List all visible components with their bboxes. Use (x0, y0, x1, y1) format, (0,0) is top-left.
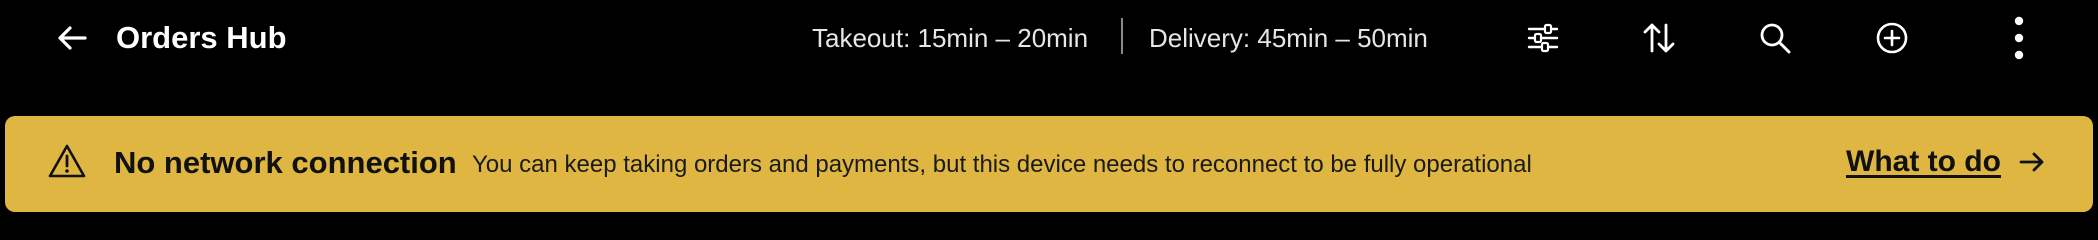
banner-title: No network connection (114, 145, 457, 180)
add-button[interactable] (1866, 14, 1918, 62)
search-icon (1760, 23, 1791, 54)
network-warning-banner: No network connection You can keep takin… (5, 116, 2093, 212)
takeout-time: Takeout: 15min – 20min (812, 23, 1089, 53)
arrow-right-icon (2019, 148, 2047, 176)
sort-button[interactable] (1633, 14, 1685, 62)
add-circle-icon (1876, 22, 1908, 54)
what-to-do-label: What to do (1846, 145, 2001, 178)
search-button[interactable] (1749, 14, 1801, 62)
warning-icon (48, 144, 86, 178)
times-divider (1121, 18, 1123, 54)
back-button[interactable] (40, 18, 104, 58)
sort-icon (1643, 23, 1675, 53)
filter-sliders-icon (1527, 23, 1559, 53)
delivery-time: Delivery: 45min – 50min (1149, 23, 1428, 53)
top-app-bar: Orders Hub Takeout: 15min – 20min Delive… (0, 0, 2098, 112)
back-arrow-icon (58, 26, 87, 50)
page-title: Orders Hub (116, 20, 287, 55)
what-to-do-link[interactable]: What to do (1846, 140, 2047, 184)
banner-message: You can keep taking orders and payments,… (472, 151, 1532, 178)
more-vertical-icon (2014, 16, 2024, 60)
filter-button[interactable] (1517, 14, 1569, 62)
more-options-button[interactable] (1993, 14, 2045, 62)
